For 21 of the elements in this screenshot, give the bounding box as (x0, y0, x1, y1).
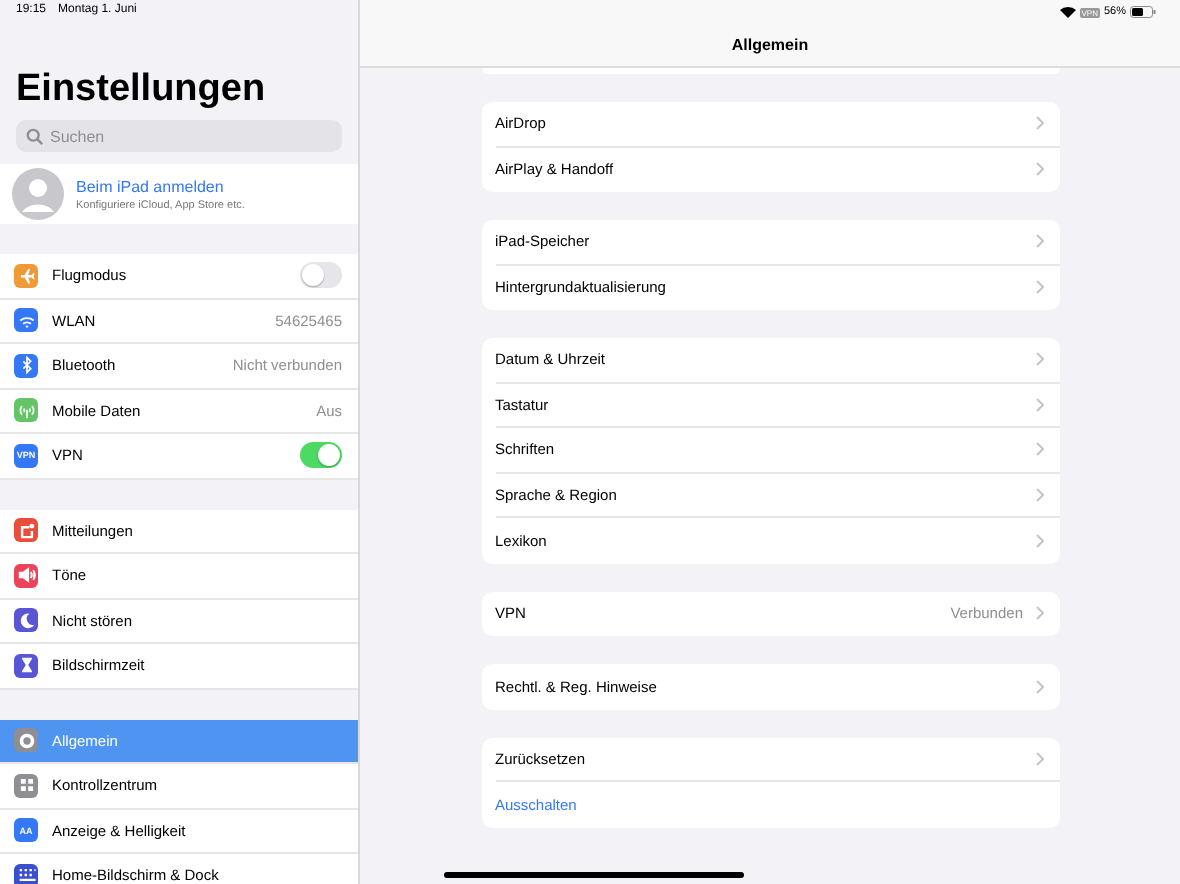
chevron-icon (1035, 606, 1043, 621)
page-title: Allgemein (729, 36, 811, 54)
chevron-icon (1035, 751, 1043, 766)
wifi-icon (1059, 6, 1076, 18)
chevron-icon (1035, 533, 1043, 548)
toggle-switch[interactable] (300, 442, 342, 469)
search-field[interactable]: Suchen (16, 120, 342, 152)
avatar-icon (12, 168, 64, 220)
battery-icon (1130, 6, 1156, 18)
toggle-switch[interactable] (300, 262, 342, 289)
chevron-icon (1035, 234, 1043, 249)
chevron-icon (1035, 679, 1043, 694)
chevron-icon (1035, 280, 1043, 295)
chevron-icon (1035, 442, 1043, 457)
chevron-icon (1035, 162, 1043, 177)
chevron-icon (1035, 487, 1043, 502)
chevron-icon (1035, 352, 1043, 367)
sidebar-title: Einstellungen (16, 68, 268, 112)
chevron-icon (1035, 397, 1043, 412)
sign-in-link[interactable]: Beim iPad anmelden (76, 177, 245, 195)
chevron-icon (1035, 116, 1043, 131)
